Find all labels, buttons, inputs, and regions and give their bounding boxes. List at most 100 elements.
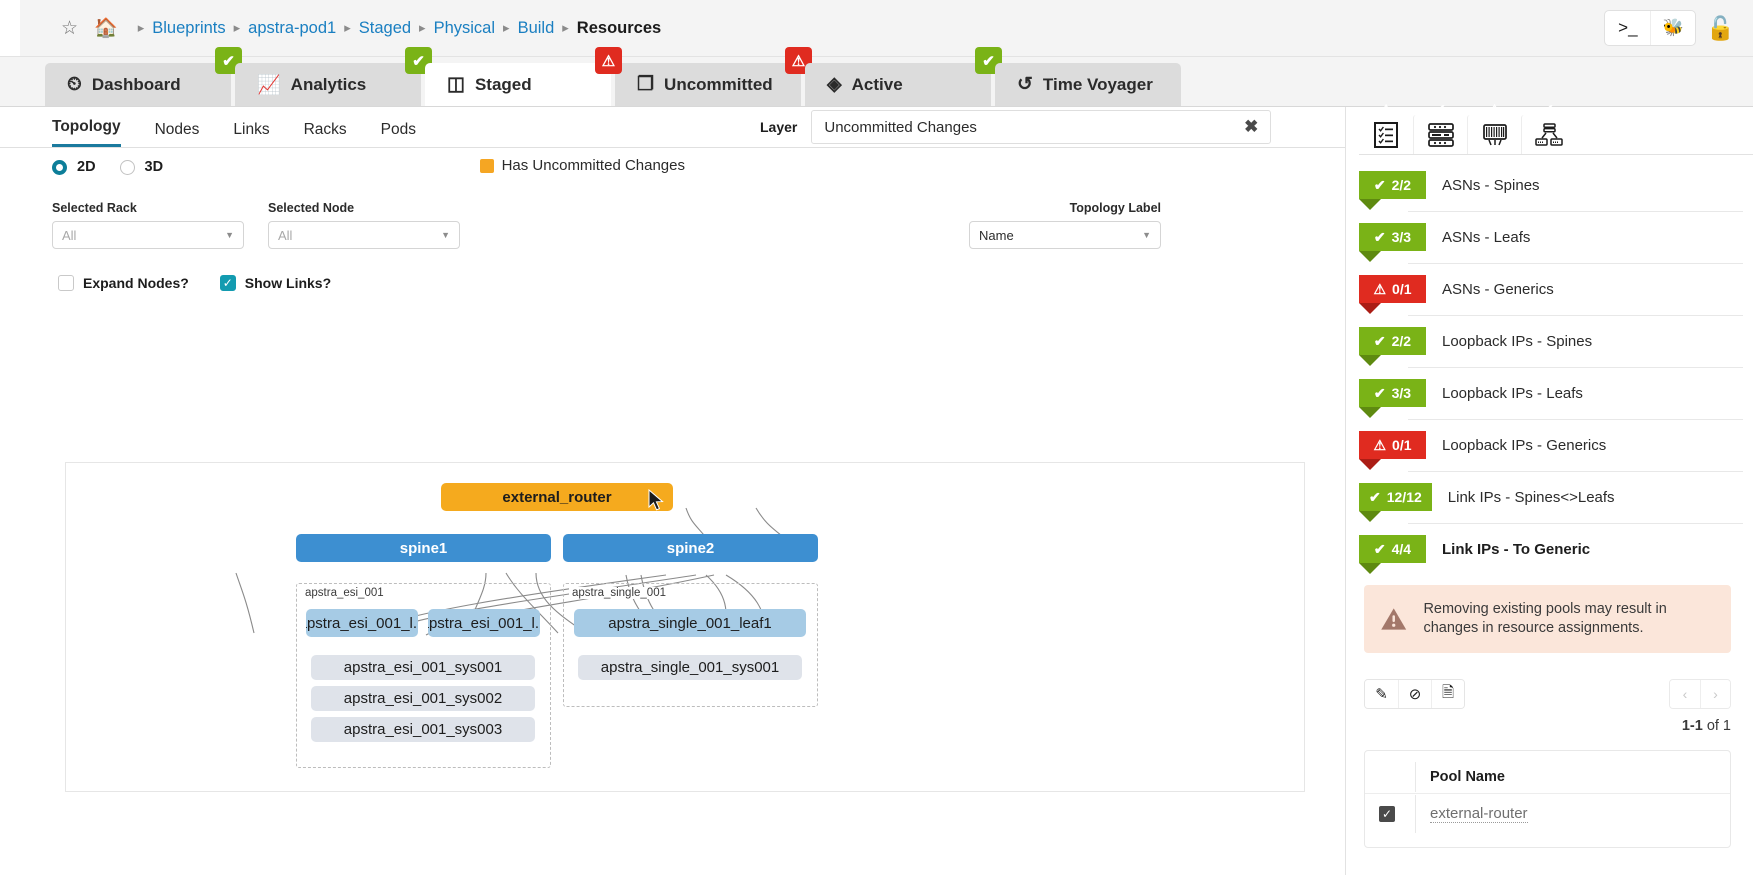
tab-nodes[interactable]: Nodes xyxy=(155,121,200,147)
chevron-down-icon: ▼ xyxy=(1142,230,1151,240)
resource-item-asns-spines[interactable]: ✔ 2/2 ASNs - Spines xyxy=(1346,159,1753,211)
radio-3d-label: 3D xyxy=(144,159,164,175)
tab-links[interactable]: Links xyxy=(233,121,269,147)
resource-label: ASNs - Leafs xyxy=(1442,228,1531,246)
prev-page-button[interactable]: ‹ xyxy=(1670,680,1700,708)
topology-node-single-leaf1[interactable]: apstra_single_001_leaf1 xyxy=(574,609,806,637)
tab-analytics[interactable]: 📈 Analytics ✔ xyxy=(235,47,432,106)
tab-analytics-label: Analytics xyxy=(290,74,367,94)
resource-item-loopback-ips-spines[interactable]: ✔ 2/2 Loopback IPs - Spines xyxy=(1346,315,1753,367)
tab-staged-label: Staged xyxy=(474,74,532,94)
breadcrumb-separator: ▸ xyxy=(503,20,510,35)
radio-2d-label: 2D xyxy=(77,159,96,175)
resource-count: 2/2 xyxy=(1391,177,1412,193)
favorite-star-icon[interactable]: ☆ xyxy=(61,19,78,38)
resource-label: Loopback IPs - Spines xyxy=(1442,332,1593,350)
tab-dashboard[interactable]: ⏲ Dashboard ✔ xyxy=(45,47,242,106)
resource-tab-server-rack[interactable]: ✔ xyxy=(1413,102,1467,155)
resource-tab-switch-device[interactable]: ⚠ xyxy=(1467,102,1521,155)
resource-tab-resource-pools[interactable]: ⚠ xyxy=(1359,102,1413,155)
selected-rack-label: Selected Rack xyxy=(52,201,137,215)
resource-label: ASNs - Generics xyxy=(1442,280,1554,298)
tab-racks[interactable]: Racks xyxy=(304,121,347,147)
tab-time-voyager[interactable]: ↺ Time Voyager xyxy=(995,63,1181,106)
breadcrumb-item-build[interactable]: Build xyxy=(518,19,555,38)
left-rail xyxy=(0,0,20,56)
breadcrumb-item-physical[interactable]: Physical xyxy=(434,19,495,38)
home-icon[interactable]: 🏠 xyxy=(94,19,118,38)
topology-pane: Topology Nodes Links Racks Pods Layer Un… xyxy=(0,107,1345,875)
resource-status-flag: ⚠ 0/1 xyxy=(1359,431,1426,470)
topology-node-esi-sys001[interactable]: apstra_esi_001_sys001 xyxy=(311,655,535,680)
topology-node-spine2[interactable]: spine2 xyxy=(563,534,818,562)
checkbox-expand-nodes[interactable] xyxy=(58,275,74,291)
selected-rack-select[interactable]: All ▼ xyxy=(52,221,244,249)
resource-tab-badge-ok: ✔ xyxy=(1543,102,1554,116)
pagination-buttons: ‹ › xyxy=(1669,679,1731,709)
resource-count: 2/2 xyxy=(1391,333,1412,349)
resource-item-link-ips-to-generic[interactable]: ✔ 4/4 Link IPs - To Generic xyxy=(1346,523,1753,575)
topology-label-select[interactable]: Name ▼ xyxy=(969,221,1161,249)
table-row[interactable]: ✓ external-router xyxy=(1365,793,1730,833)
radio-2d[interactable] xyxy=(52,159,67,175)
checkbox-expand-nodes-label: Expand Nodes? xyxy=(83,275,189,291)
topology-node-spine1[interactable]: spine1 xyxy=(296,534,551,562)
resource-item-asns-generics[interactable]: ⚠ 0/1 ASNs - Generics xyxy=(1346,263,1753,315)
pool-name-link[interactable]: external-router xyxy=(1430,805,1528,823)
topology-options: Expand Nodes? ✓ Show Links? xyxy=(0,249,1345,291)
resource-tab-badge-error: ⚠ xyxy=(1380,102,1392,116)
bug-icon[interactable]: 🐝 xyxy=(1650,11,1695,45)
topology-label-field: Topology Label Name ▼ xyxy=(969,201,1161,249)
resource-label: Link IPs - To Generic xyxy=(1442,540,1591,558)
close-icon[interactable]: ✖ xyxy=(1244,117,1258,137)
resource-tab-badge-ok: ✔ xyxy=(1435,102,1446,116)
breadcrumb-separator: ▸ xyxy=(419,20,426,35)
selected-rack-field: Selected Rack All ▼ xyxy=(52,201,244,249)
layer-select[interactable]: Uncommitted Changes ✖ xyxy=(811,110,1272,144)
topology-rack-apstra-single-001-label: apstra_single_001 xyxy=(569,587,669,599)
resource-status-flag: ✔ 2/2 xyxy=(1359,327,1426,366)
topology-node-esi-sys002[interactable]: apstra_esi_001_sys002 xyxy=(311,686,535,711)
topology-node-single-sys001[interactable]: apstra_single_001_sys001 xyxy=(578,655,802,680)
resource-label: ASNs - Spines xyxy=(1442,176,1540,194)
breadcrumb-item-blueprints[interactable]: Blueprints xyxy=(152,19,225,38)
page-body: Topology Nodes Links Racks Pods Layer Un… xyxy=(0,102,1753,875)
topology-canvas[interactable]: external_router spine1 spine2 apstra_esi… xyxy=(65,462,1305,792)
tab-active[interactable]: ◈ Active ✔ xyxy=(805,47,1002,106)
breadcrumb: ▸ Blueprints ▸ apstra-pod1 ▸ Staged ▸ Ph… xyxy=(130,19,661,38)
cube-dotted-icon: ◈ xyxy=(827,74,842,95)
breadcrumb-separator: ▸ xyxy=(344,20,351,35)
next-page-button[interactable]: › xyxy=(1700,680,1730,708)
tab-topology[interactable]: Topology xyxy=(52,118,121,147)
radio-3d[interactable] xyxy=(119,159,135,175)
breadcrumb-item-apstra-pod1[interactable]: apstra-pod1 xyxy=(248,19,336,38)
topology-node-esi-leaf-2[interactable]: apstra_esi_001_l... xyxy=(428,609,540,637)
pool-table-header-pool-name: Pool Name xyxy=(1415,762,1505,792)
resource-tab-network-topology[interactable]: ✔ xyxy=(1521,102,1575,155)
resource-item-loopback-ips-generics[interactable]: ⚠ 0/1 Loopback IPs - Generics xyxy=(1346,419,1753,471)
selected-node-select[interactable]: All ▼ xyxy=(268,221,460,249)
resource-item-loopback-ips-leafs[interactable]: ✔ 3/3 Loopback IPs - Leafs xyxy=(1346,367,1753,419)
topology-node-external-router[interactable]: external_router xyxy=(441,483,673,511)
breadcrumb-item-staged[interactable]: Staged xyxy=(359,19,411,38)
edit-pencil-icon[interactable]: ✎ xyxy=(1365,680,1398,708)
topology-node-esi-sys003[interactable]: apstra_esi_001_sys003 xyxy=(311,717,535,742)
gauge-icon: ⏲ xyxy=(67,73,82,95)
topology-rack-apstra-single-001[interactable] xyxy=(563,583,818,707)
resource-item-link-ips-spines-leafs[interactable]: ✔ 12/12 Link IPs - Spines<>Leafs xyxy=(1346,471,1753,523)
resource-status-flag: ✔ 2/2 xyxy=(1359,171,1426,210)
unlocked-padlock-icon[interactable]: 🔓 xyxy=(1706,15,1735,42)
topology-node-esi-leaf-1[interactable]: apstra_esi_001_l... xyxy=(306,609,418,637)
console-icon[interactable]: >_ xyxy=(1605,11,1650,45)
tab-staged[interactable]: ◫ Staged ⚠ xyxy=(425,47,622,106)
resource-item-asns-leafs[interactable]: ✔ 3/3 ASNs - Leafs xyxy=(1346,211,1753,263)
document-icon[interactable]: 🗎 xyxy=(1431,680,1464,708)
pagination-range: 1-1 of 1 xyxy=(1682,718,1731,734)
tab-dashboard-label: Dashboard xyxy=(91,74,181,94)
pool-row-checkbox[interactable]: ✓ xyxy=(1379,805,1395,822)
tab-pods[interactable]: Pods xyxy=(381,121,416,147)
legend-swatch xyxy=(479,158,494,173)
no-entry-icon[interactable]: ⊘ xyxy=(1398,680,1431,708)
checkbox-show-links[interactable]: ✓ xyxy=(219,275,236,291)
tab-uncommitted[interactable]: ❐ Uncommitted ⚠ xyxy=(615,47,812,106)
